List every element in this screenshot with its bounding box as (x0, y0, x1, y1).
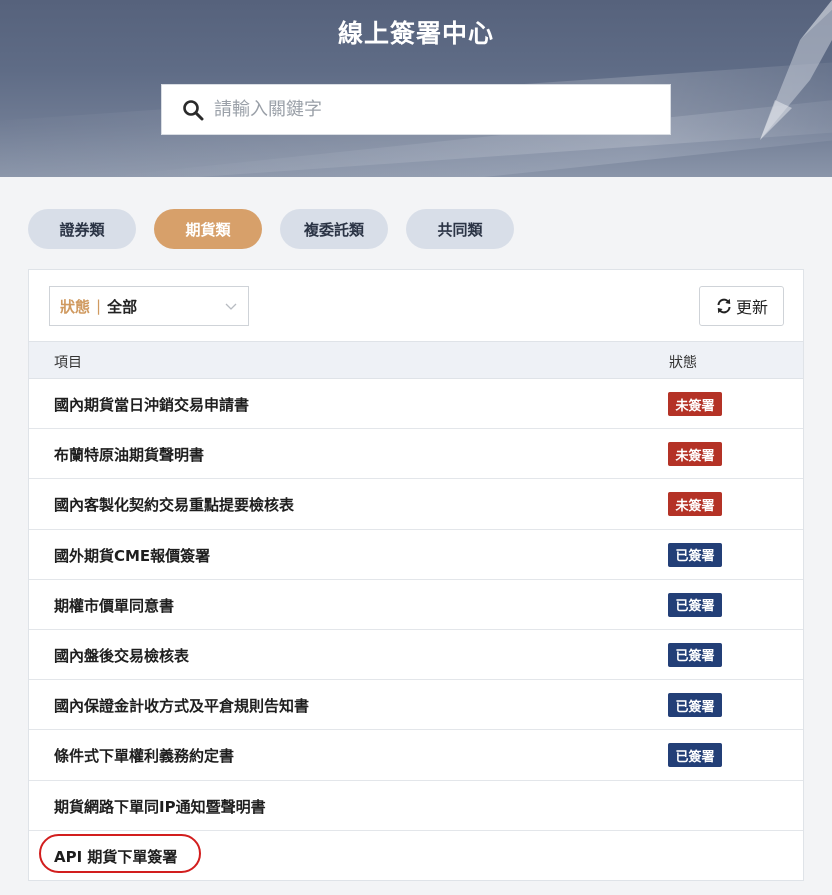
table-row[interactable]: 期貨網路下單同IP通知暨聲明書 (29, 781, 803, 831)
table-row[interactable]: 國外期貨CME報價簽署 已簽署 (29, 530, 803, 580)
column-header-item: 項目 (54, 355, 82, 371)
document-name[interactable]: 期權市價單同意書 (54, 595, 174, 616)
document-name[interactable]: 布蘭特原油期貨聲明書 (54, 444, 204, 465)
chevron-down-icon (225, 303, 237, 310)
table-row[interactable]: 期權市價單同意書 已簽署 (29, 580, 803, 630)
column-header-status: 狀態 (669, 355, 697, 371)
status-badge: 已簽署 (668, 642, 722, 667)
status-filter-value: 全部 (107, 297, 138, 316)
status-filter-label: 狀態 (60, 297, 91, 316)
table-row[interactable]: 國內客製化契約交易重點提要檢核表 未簽署 (29, 479, 803, 530)
status-badge: 已簽署 (668, 542, 722, 567)
status-badge: 已簽署 (668, 743, 722, 768)
status-badge: 已簽署 (668, 592, 722, 617)
document-name[interactable]: 期貨網路下單同IP通知暨聲明書 (54, 796, 266, 817)
table-row[interactable]: 國內盤後交易檢核表 已簽署 (29, 630, 803, 681)
status-badge: 未簽署 (668, 442, 722, 467)
documents-panel: 狀態 | 全部 更新 項目 狀態 國內期貨當日沖銷交易申請書 未簽署 布蘭特原油… (28, 269, 804, 881)
table-row[interactable]: 布蘭特原油期貨聲明書 未簽署 (29, 429, 803, 480)
status-badge: 未簽署 (668, 392, 722, 416)
table-row[interactable]: 國內期貨當日沖銷交易申請書 未簽署 (29, 379, 803, 430)
document-name[interactable]: API 期貨下單簽署 (54, 846, 177, 867)
filter-separator: | (96, 297, 102, 315)
status-badge: 已簽署 (668, 693, 722, 718)
tab-securities[interactable]: 證券類 (28, 209, 136, 249)
search-icon (182, 99, 204, 121)
document-name[interactable]: 國外期貨CME報價簽署 (54, 545, 210, 566)
category-tabs: 證券類 期貨類 複委託類 共同類 (28, 209, 514, 249)
tab-common[interactable]: 共同類 (406, 209, 514, 249)
refresh-label: 更新 (735, 298, 768, 317)
document-name[interactable]: 國內保證金計收方式及平倉規則告知書 (54, 695, 309, 716)
document-name[interactable]: 國內客製化契約交易重點提要檢核表 (54, 494, 294, 515)
header-banner: 線上簽署中心 (0, 0, 832, 177)
page-title: 線上簽署中心 (337, 19, 494, 48)
document-name[interactable]: 國內盤後交易檢核表 (54, 645, 189, 666)
document-name[interactable]: 國內期貨當日沖銷交易申請書 (54, 394, 249, 415)
document-list: 國內期貨當日沖銷交易申請書 未簽署 布蘭特原油期貨聲明書 未簽署 國內客製化契約… (29, 379, 803, 881)
tab-futures[interactable]: 期貨類 (154, 209, 262, 249)
status-badge: 未簽署 (668, 492, 722, 517)
search-box[interactable] (161, 84, 671, 135)
document-name[interactable]: 條件式下單權利義務約定書 (54, 745, 234, 766)
table-header: 項目 狀態 (29, 341, 803, 379)
status-filter-select[interactable]: 狀態 | 全部 (49, 286, 249, 326)
tab-sub-brokerage[interactable]: 複委託類 (280, 209, 388, 249)
table-row[interactable]: 條件式下單權利義務約定書 已簽署 (29, 730, 803, 781)
refresh-icon (717, 298, 731, 314)
table-row[interactable]: API 期貨下單簽署 (29, 831, 803, 881)
table-row[interactable]: 國內保證金計收方式及平倉規則告知書 已簽署 (29, 680, 803, 731)
refresh-button[interactable]: 更新 (699, 286, 784, 326)
search-input[interactable] (214, 99, 634, 120)
